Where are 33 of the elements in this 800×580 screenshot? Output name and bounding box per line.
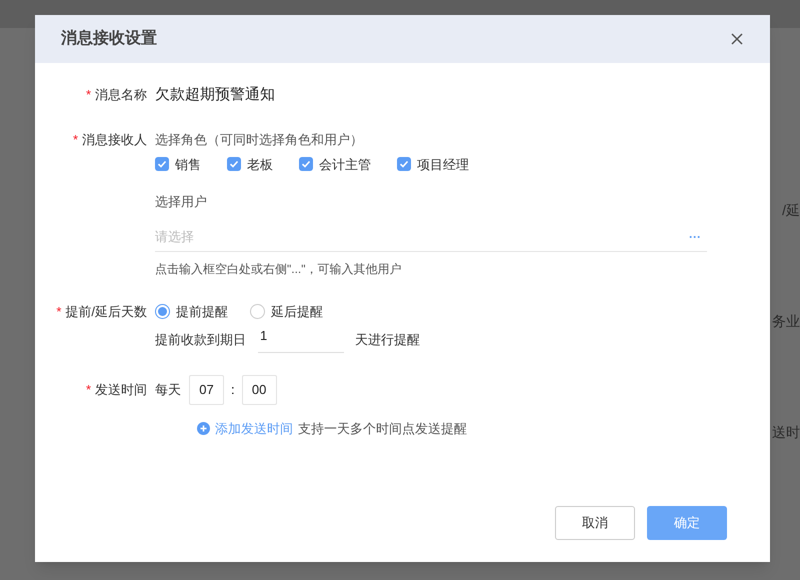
minute-field[interactable]: 00 <box>242 375 277 405</box>
cancel-button[interactable]: 取消 <box>555 506 635 540</box>
role-checkbox[interactable]: 会计主管 <box>299 154 371 174</box>
close-icon[interactable] <box>730 32 744 46</box>
add-time-hint: 支持一天多个时间点发送提醒 <box>298 420 467 438</box>
time-separator: : <box>231 381 235 400</box>
role-checkbox[interactable]: 老板 <box>227 154 273 174</box>
required-mark: * <box>86 381 91 400</box>
hour-field[interactable]: 07 <box>189 375 224 405</box>
daily-label: 每天 <box>155 381 181 400</box>
required-mark: * <box>72 131 78 149</box>
field-label: 提前/延后天数 <box>65 302 147 320</box>
days-suffix: 天进行提醒 <box>355 331 420 350</box>
add-icon <box>197 422 210 436</box>
message-name: 欠款超期预警通知 <box>155 84 275 105</box>
background-text: 送时 <box>772 423 800 442</box>
background-text: /延 <box>782 201 800 220</box>
field-label: 消息名称 <box>95 86 147 104</box>
days-field[interactable]: 1 <box>258 327 344 353</box>
role-checkbox[interactable]: 销售 <box>155 154 201 174</box>
days-prefix: 提前收款到期日 <box>155 331 246 350</box>
radio-option[interactable]: 延后提醒 <box>250 302 323 321</box>
required-mark: * <box>56 302 62 320</box>
help-text: 点击输入框空白处或右侧"..."，可输入其他用户 <box>155 260 403 278</box>
role-checkbox[interactable]: 项目经理 <box>397 154 469 174</box>
required-mark: * <box>86 86 91 104</box>
field-label: 消息接收人 <box>82 131 147 149</box>
field-label: 发送时间 <box>95 381 147 400</box>
roles-hint: 选择角色（可同时选择角色和用户） <box>155 131 364 149</box>
background-text: 务业 <box>772 312 800 331</box>
radio-option[interactable]: 提前提醒 <box>155 302 228 321</box>
dialog-title: 消息接收设置 <box>61 28 157 49</box>
users-label: 选择用户 <box>155 193 208 211</box>
